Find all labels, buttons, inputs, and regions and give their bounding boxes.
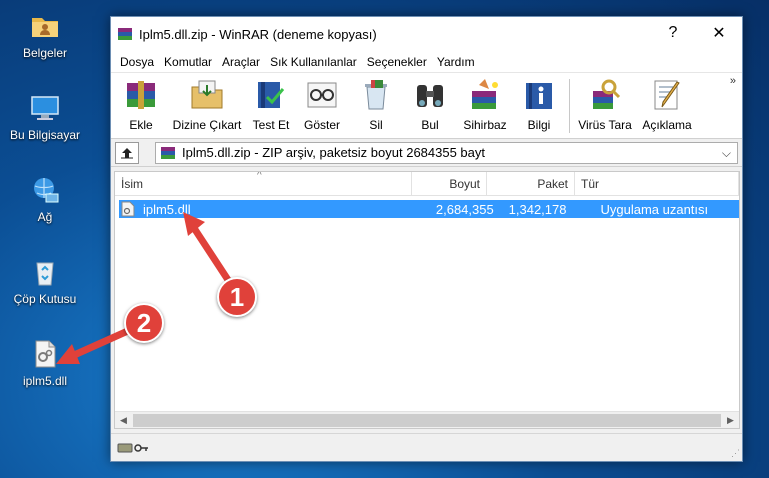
- extract-label: Dizine Çıkart: [172, 118, 242, 132]
- column-type[interactable]: Tür: [575, 172, 739, 196]
- add-archive-icon: [127, 81, 155, 109]
- table-row[interactable]: iplm5.dll 2,684,355 1,342,178 Uygulama u…: [119, 200, 739, 218]
- menu-file[interactable]: Dosya: [115, 55, 159, 69]
- scroll-left-icon[interactable]: ◀: [115, 415, 132, 426]
- file-type: Uygulama uzantısı: [600, 201, 709, 217]
- desktop-icon-label: Ağ: [37, 210, 53, 224]
- menu-commands[interactable]: Komutlar: [159, 55, 217, 69]
- column-header: ^ İsim Boyut Paket Tür: [115, 172, 739, 196]
- chevron-down-icon[interactable]: ⌵: [722, 146, 731, 161]
- virus-scan-label: Virüs Tara: [578, 118, 632, 132]
- menu-bar: Dosya Komutlar Araçlar Sık Kullanılanlar…: [111, 51, 742, 73]
- desktop-icon-network[interactable]: Ağ: [4, 174, 86, 224]
- file-size: 2,684,355: [435, 201, 494, 217]
- desktop-icon-label: iplm5.dll: [22, 374, 67, 388]
- delete-button[interactable]: Sil: [349, 77, 403, 135]
- wizard-icon: [472, 79, 498, 109]
- address-bar: Iplm5.dll.zip - ZIP arşiv, paketsiz boyu…: [111, 139, 742, 167]
- scroll-right-icon[interactable]: ▶: [722, 415, 739, 426]
- zip-archive-icon: [161, 146, 175, 159]
- winrar-app-icon: [118, 28, 132, 40]
- delete-trash-icon: [365, 80, 387, 110]
- add-label: Ekle: [129, 118, 153, 132]
- menu-tools[interactable]: Araçlar: [217, 55, 265, 69]
- info-icon: [526, 83, 552, 109]
- sort-ascending-icon: ^: [257, 171, 262, 181]
- menu-help[interactable]: Yardım: [432, 55, 480, 69]
- toolbar: Ekle Dizine Çıkart Test Et Göster Sil Bu…: [111, 73, 742, 139]
- window-title: Iplm5.dll.zip - WinRAR (deneme kopyası): [139, 26, 377, 42]
- recycle-bin-icon: [36, 262, 54, 286]
- horizontal-scrollbar[interactable]: ◀ ▶: [115, 411, 739, 428]
- find-button[interactable]: Bul: [403, 77, 457, 135]
- file-packed: 1,342,178: [508, 201, 567, 217]
- virus-scan-button[interactable]: Virüs Tara: [574, 77, 636, 135]
- network-globe-icon: [34, 178, 59, 203]
- desktop-icon-dll-file[interactable]: iplm5.dll: [4, 338, 86, 388]
- comment-pencil-icon: [654, 80, 680, 110]
- archive-path-text: Iplm5.dll.zip - ZIP arşiv, paketsiz boyu…: [182, 145, 486, 160]
- drive-key-icon: [117, 443, 148, 452]
- up-arrow-icon: [121, 147, 133, 158]
- dll-file-icon: [35, 340, 56, 368]
- info-button[interactable]: Bilgi: [513, 77, 565, 135]
- status-bar: ⋰: [111, 433, 742, 461]
- folder-user-icon: [32, 18, 58, 37]
- desktop-icon-recycle-bin[interactable]: Çöp Kutusu: [4, 256, 86, 306]
- desktop-icon-this-pc[interactable]: Bu Bilgisayar: [4, 92, 86, 142]
- toolbar-more-chevron[interactable]: »: [730, 75, 736, 87]
- scrollbar-thumb[interactable]: [133, 413, 721, 427]
- view-glasses-icon: [307, 82, 337, 108]
- up-folder-button[interactable]: [115, 141, 139, 164]
- column-packed[interactable]: Paket: [487, 172, 575, 196]
- desktop-icon-label: Çöp Kutusu: [13, 292, 77, 306]
- desktop-icon-label: Belgeler: [22, 46, 68, 60]
- file-name: iplm5.dll: [142, 201, 191, 217]
- delete-label: Sil: [369, 118, 383, 132]
- help-button[interactable]: ?: [650, 17, 696, 49]
- winrar-window: Iplm5.dll.zip - WinRAR (deneme kopyası) …: [110, 16, 743, 462]
- archive-path-field[interactable]: Iplm5.dll.zip - ZIP arşiv, paketsiz boyu…: [155, 141, 738, 164]
- info-label: Bilgi: [527, 118, 551, 132]
- find-binoculars-icon: [417, 85, 443, 107]
- step-badge-1: 1: [217, 277, 257, 317]
- computer-icon: [31, 96, 59, 120]
- menu-favorites[interactable]: Sık Kullanılanlar: [265, 55, 362, 69]
- view-label: Göster: [303, 118, 340, 132]
- comment-label: Açıklama: [642, 118, 692, 132]
- menu-options[interactable]: Seçenekler: [362, 55, 432, 69]
- title-bar[interactable]: Iplm5.dll.zip - WinRAR (deneme kopyası) …: [111, 17, 742, 51]
- dll-file-icon: [121, 201, 135, 217]
- column-name[interactable]: İsim: [115, 172, 412, 196]
- test-check-icon: [258, 82, 285, 108]
- add-button[interactable]: Ekle: [115, 77, 167, 135]
- virus-scan-icon: [593, 79, 621, 109]
- extract-folder-icon: [191, 80, 223, 109]
- column-size[interactable]: Boyut: [412, 172, 487, 196]
- resize-grip-icon[interactable]: ⋰: [731, 448, 740, 459]
- wizard-button[interactable]: Sihirbaz: [457, 77, 513, 135]
- desktop-icon-documents[interactable]: Belgeler: [4, 10, 86, 60]
- file-list: ^ İsim Boyut Paket Tür iplm5.dll 2,684,3…: [114, 171, 740, 429]
- wizard-label: Sihirbaz: [463, 118, 507, 132]
- step-badge-2: 2: [124, 303, 164, 343]
- test-label: Test Et: [252, 118, 290, 132]
- toolbar-separator: [569, 79, 570, 133]
- find-label: Bul: [421, 118, 439, 132]
- comment-button[interactable]: Açıklama: [636, 77, 698, 135]
- test-button[interactable]: Test Et: [247, 77, 295, 135]
- desktop-icon-label: Bu Bilgisayar: [9, 128, 81, 142]
- view-button[interactable]: Göster: [295, 77, 349, 135]
- close-button[interactable]: ✕: [696, 17, 742, 49]
- extract-button[interactable]: Dizine Çıkart: [167, 77, 247, 135]
